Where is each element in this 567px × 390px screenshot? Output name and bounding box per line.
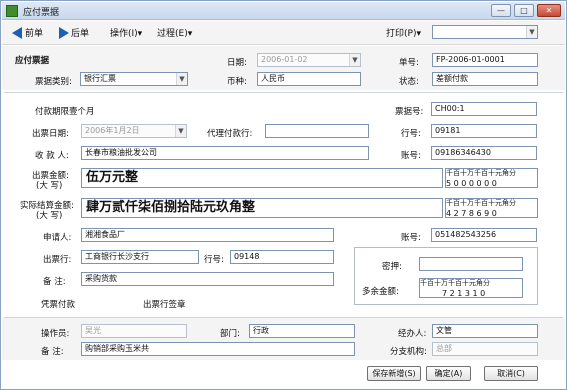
amount-words-field[interactable]: 伍万元整 [81,168,443,188]
remain-ref-label: 密押: [382,262,402,272]
remain-label: 多余金额: [362,287,399,297]
toolbar: 前单 后单 操作(I)▾ 过程(E)▾ 打印(P)▾ ▼ [2,21,565,45]
chevron-down-icon[interactable]: ▼ [175,125,186,137]
status-label: 状态: [399,77,419,87]
chevron-down-icon[interactable]: ▼ [526,26,537,38]
close-button[interactable]: ✕ [537,4,561,17]
type-select[interactable]: 银行汇票 ▼ [80,72,188,86]
operator-label: 操作员: [41,329,70,339]
remain-grid-header: 千百十万千百十元角分 [420,279,490,287]
agent-bank-label: 代理付款行: [207,129,253,139]
row-label: 行号: [401,129,421,139]
type-value: 银行汇票 [84,74,116,83]
settle-words-field[interactable]: 肆万贰仟柒佰捌拾陆元玖角整 [81,198,443,218]
filter-menu[interactable]: 过程(E)▾ [157,26,192,39]
chevron-down-icon[interactable]: ▼ [176,73,187,85]
acct-field[interactable]: 09186346430 [431,146,537,160]
billcode-field[interactable]: CH00:1 [431,102,537,116]
applicant-label: 申请人: [43,233,72,243]
validity-text: 付款期限壹个月 [35,107,95,117]
date-value: 2006-01-02 [261,55,308,64]
acct2-label: 账号: [401,233,421,243]
status-field[interactable]: 差额付款 [432,72,538,86]
settle-grid-header: 千百十万千百十元角分 [446,199,516,207]
acct-label: 账号: [401,151,421,161]
remain-box: 密押: 多余金额: 千百十万千百十元角分 7 2 1 3 1 0 [354,247,538,305]
footer-panel: 操作员: 吴光 部门: 行政 经办人: 文管 备 注: 购销部采购玉米共 分支机… [2,318,565,360]
operator-field[interactable]: 吴光 [81,324,187,338]
remark-label: 备 注: [41,347,64,357]
maximize-button[interactable]: □ [514,4,534,17]
currency-label: 币种: [227,77,247,87]
bank-field[interactable]: 工商银行长沙支行 [81,250,199,264]
handler-field[interactable]: 文管 [432,324,538,338]
payee-label: 收 款 人: [35,151,69,161]
window-title: 应付票据 [23,8,60,18]
title-bar: 应付票据 — □ ✕ [2,2,565,20]
date-field[interactable]: 2006-01-02 ▼ [257,53,361,67]
remark-field[interactable]: 购销部采购玉米共 [81,342,355,356]
amount-grid-digits: 5 0 0 0 0 0 0 [446,179,497,188]
issue-date-label: 出票日期: [32,129,69,139]
branch-field[interactable]: 总部 [432,342,538,356]
payee-field[interactable]: 长春市粮油批发公司 [81,146,369,160]
settle-sub-label: (大 写) [36,211,63,221]
type-label: 票据类别: [35,77,72,87]
settle-digit-grid[interactable]: 千百十万千百十元角分 4 2 7 8 6 9 0 [445,198,538,218]
agent-bank-field[interactable] [265,124,369,138]
section-title: 应付票据 [15,56,50,66]
chevron-down-icon[interactable]: ▼ [349,54,360,66]
applicant-field[interactable]: 湘湘食品厂 [81,228,334,242]
prev-arrow-icon[interactable] [12,27,22,39]
row-field[interactable]: 09181 [431,124,537,138]
handler-label: 经办人: [398,329,427,339]
bankno-field[interactable]: 09148 [230,250,334,264]
date-label: 日期: [227,58,247,68]
issue-date-field[interactable]: 2006年1月2日 ▼ [81,124,187,138]
ok-button[interactable]: 确定(A) [426,366,471,381]
remain-ref-field[interactable] [419,257,523,271]
amount-digit-grid[interactable]: 千百十万千百十元角分 5 0 0 0 0 0 0 [445,168,538,188]
acct2-field[interactable]: 051482543256 [431,228,537,242]
operate-menu[interactable]: 操作(I)▾ [110,26,142,39]
note-label: 备 注: [43,277,66,287]
amount-sub-label: (大 写) [36,181,63,191]
bankno-label: 行号: [204,255,224,265]
dept-field[interactable]: 行政 [249,324,355,338]
print-select[interactable]: ▼ [432,25,538,39]
header-panel: 应付票据 日期: 2006-01-02 ▼ 单号: FP-2006-01-000… [2,46,565,90]
minimize-button[interactable]: — [491,4,511,17]
cancel-button[interactable]: 取消(C) [484,366,538,381]
settle-grid-digits: 4 2 7 8 6 9 0 [446,209,497,218]
app-icon [6,5,18,17]
save-new-button[interactable]: 保存新增(S) [367,366,421,381]
amount-grid-header: 千百十万千百十元角分 [446,169,516,177]
currency-field[interactable]: 人民币 [257,72,361,86]
divider [4,92,563,93]
payment-text: 凭票付款 [41,300,76,310]
issue-date-value: 2006年1月2日 [85,126,140,135]
billcode-label: 票据号: [395,107,424,117]
remain-grid-digits: 7 2 1 3 1 0 [442,289,486,298]
note-field[interactable]: 采购货款 [81,272,334,286]
branch-label: 分支机构: [390,347,427,357]
dept-label: 部门: [220,329,240,339]
next-button[interactable]: 后单 [71,26,89,39]
remain-digit-grid[interactable]: 千百十万千百十元角分 7 2 1 3 1 0 [419,278,523,298]
app-window: 应付票据 — □ ✕ 前单 后单 操作(I)▾ 过程(E)▾ 打印(P)▾ ▼ … [0,0,567,390]
print-menu[interactable]: 打印(P)▾ [386,26,421,39]
next-arrow-icon[interactable] [59,27,69,39]
prev-button[interactable]: 前单 [25,26,43,39]
billno-label: 单号: [399,58,419,68]
sign-text: 出票行签章 [143,300,186,310]
bank-label: 出票行: [43,255,72,265]
billno-field[interactable]: FP-2006-01-0001 [432,53,538,67]
